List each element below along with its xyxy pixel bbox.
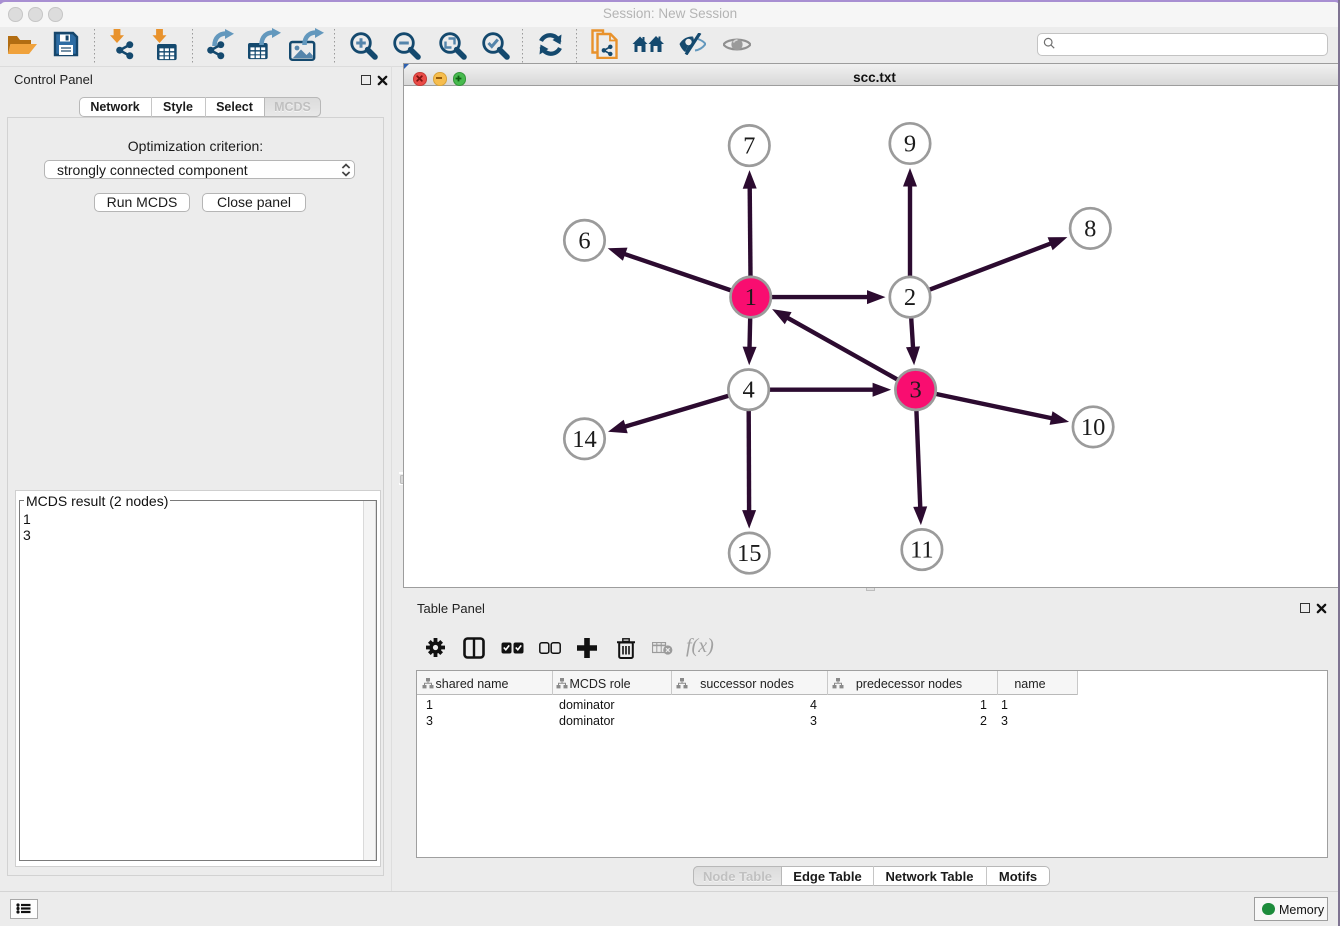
svg-text:4: 4 (742, 377, 754, 404)
svg-text:8: 8 (1084, 215, 1096, 242)
svg-text:1: 1 (745, 284, 757, 311)
svg-text:7: 7 (743, 133, 755, 160)
svg-text:14: 14 (572, 426, 597, 453)
svg-text:6: 6 (578, 227, 590, 254)
svg-text:15: 15 (737, 540, 762, 567)
svg-text:10: 10 (1081, 414, 1106, 441)
svg-text:9: 9 (904, 131, 916, 158)
svg-text:11: 11 (910, 537, 934, 564)
svg-text:3: 3 (909, 377, 921, 404)
svg-text:2: 2 (904, 284, 916, 311)
